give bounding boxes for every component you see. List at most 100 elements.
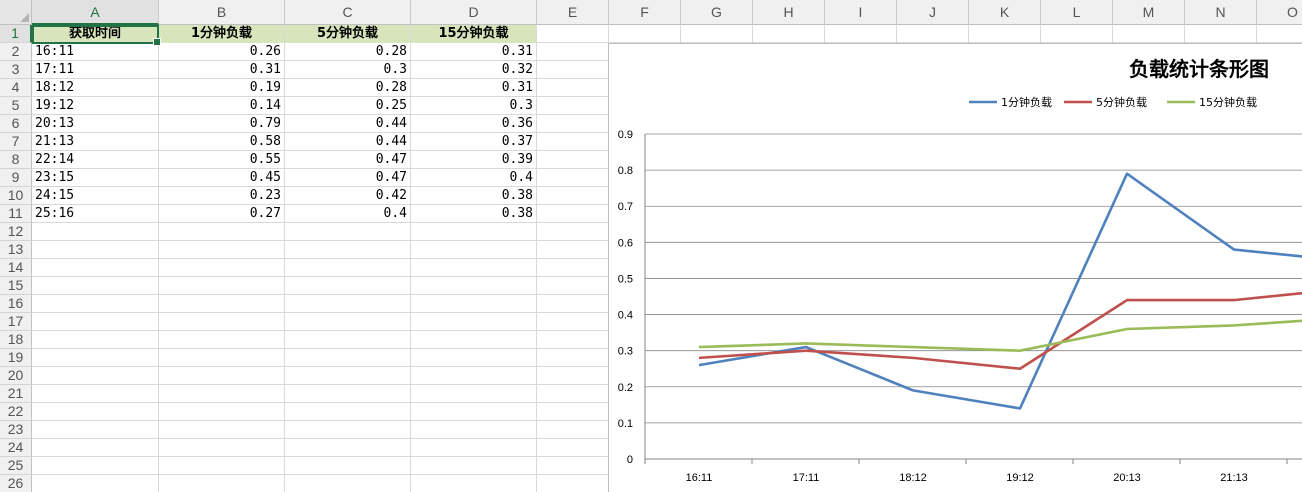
value-cell[interactable]: 0.31 — [411, 43, 536, 61]
column-header-m[interactable]: M — [1113, 0, 1185, 25]
column-header-h[interactable]: H — [753, 0, 825, 25]
column-header-d[interactable]: D — [411, 0, 537, 25]
x-tick-label: 18:12 — [899, 472, 927, 484]
row-header-13[interactable]: 13 — [0, 241, 32, 259]
row-header-20[interactable]: 20 — [0, 367, 32, 385]
row-header-15[interactable]: 15 — [0, 277, 32, 295]
y-tick-label: 0.6 — [618, 237, 633, 249]
column-header-k[interactable]: K — [969, 0, 1041, 25]
column-header-n[interactable]: N — [1185, 0, 1257, 25]
header-cell[interactable]: 15分钟负载 — [411, 25, 536, 43]
column-header-a[interactable]: A — [32, 0, 159, 25]
value-cell[interactable]: 0.44 — [285, 115, 410, 133]
x-tick-label: 19:12 — [1006, 472, 1034, 484]
row-header-12[interactable]: 12 — [0, 223, 32, 241]
row-header-24[interactable]: 24 — [0, 439, 32, 457]
value-cell[interactable]: 0.27 — [159, 205, 284, 223]
row-header-23[interactable]: 23 — [0, 421, 32, 439]
value-cell[interactable]: 0.79 — [159, 115, 284, 133]
column-header-c[interactable]: C — [285, 0, 411, 25]
row-header-7[interactable]: 7 — [0, 133, 32, 151]
column-header-l[interactable]: L — [1041, 0, 1113, 25]
row-header-19[interactable]: 19 — [0, 349, 32, 367]
value-cell[interactable]: 0.28 — [285, 43, 410, 61]
row-header-16[interactable]: 16 — [0, 295, 32, 313]
row-header-6[interactable]: 6 — [0, 115, 32, 133]
row-header-3[interactable]: 3 — [0, 61, 32, 79]
value-cell[interactable]: 0.45 — [159, 169, 284, 187]
value-cell[interactable]: 0.38 — [411, 205, 536, 223]
row-header-4[interactable]: 4 — [0, 79, 32, 97]
time-cell[interactable]: 24:15 — [32, 187, 158, 205]
value-cell[interactable]: 0.36 — [411, 115, 536, 133]
value-cell[interactable]: 0.37 — [411, 133, 536, 151]
time-cell[interactable]: 18:12 — [32, 79, 158, 97]
header-cell[interactable]: 5分钟负载 — [285, 25, 410, 43]
row-header-18[interactable]: 18 — [0, 331, 32, 349]
y-tick-label: 0.1 — [618, 418, 633, 430]
row-header-11[interactable]: 11 — [0, 205, 32, 223]
time-cell[interactable]: 23:15 — [32, 169, 158, 187]
row-header-22[interactable]: 22 — [0, 403, 32, 421]
y-tick-label: 0.7 — [618, 201, 633, 213]
column-header-e[interactable]: E — [537, 0, 609, 25]
value-cell[interactable]: 0.14 — [159, 97, 284, 115]
value-cell[interactable]: 0.19 — [159, 79, 284, 97]
value-cell[interactable]: 0.42 — [285, 187, 410, 205]
row-header-25[interactable]: 25 — [0, 457, 32, 475]
value-cell[interactable]: 0.3 — [285, 61, 410, 79]
row-header-9[interactable]: 9 — [0, 169, 32, 187]
header-cell[interactable]: 获取时间 — [32, 25, 158, 43]
x-tick-label: 17:11 — [793, 472, 820, 484]
value-cell[interactable]: 0.47 — [285, 151, 410, 169]
time-cell[interactable]: 21:13 — [32, 133, 158, 151]
series-line-2[interactable] — [698, 289, 1302, 371]
series-line-1[interactable] — [698, 172, 1302, 410]
value-cell[interactable]: 0.58 — [159, 133, 284, 151]
row-header-2[interactable]: 2 — [0, 43, 32, 61]
time-cell[interactable]: 20:13 — [32, 115, 158, 133]
value-cell[interactable]: 0.38 — [411, 187, 536, 205]
row-header-14[interactable]: 14 — [0, 259, 32, 277]
time-cell[interactable]: 22:14 — [32, 151, 158, 169]
value-cell[interactable]: 0.23 — [159, 187, 284, 205]
value-cell[interactable]: 0.3 — [411, 97, 536, 115]
row-header-26[interactable]: 26 — [0, 475, 32, 492]
column-header-o[interactable]: O — [1257, 0, 1302, 25]
row-header-21[interactable]: 21 — [0, 385, 32, 403]
row-header-10[interactable]: 10 — [0, 187, 32, 205]
value-cell[interactable]: 0.31 — [159, 61, 284, 79]
column-header-b[interactable]: B — [159, 0, 285, 25]
column-header-f[interactable]: F — [609, 0, 681, 25]
column-header-i[interactable]: I — [825, 0, 897, 25]
value-cell[interactable]: 0.4 — [411, 169, 536, 187]
select-all-corner[interactable] — [0, 0, 32, 25]
row-header-8[interactable]: 8 — [0, 151, 32, 169]
value-cell[interactable]: 0.31 — [411, 79, 536, 97]
value-cell[interactable]: 0.26 — [159, 43, 284, 61]
column-headers: ABCDEFGHIJKLMNO — [32, 0, 1302, 25]
row-header-5[interactable]: 5 — [0, 97, 32, 115]
value-cell[interactable]: 0.4 — [285, 205, 410, 223]
value-cell[interactable]: 0.39 — [411, 151, 536, 169]
value-cell[interactable]: 0.25 — [285, 97, 410, 115]
time-cell[interactable]: 16:11 — [32, 43, 158, 61]
y-tick-label: 0 — [627, 454, 633, 466]
value-cell[interactable]: 0.32 — [411, 61, 536, 79]
time-cell[interactable]: 25:16 — [32, 205, 158, 223]
row-header-1[interactable]: 1 — [0, 25, 32, 43]
row-header-17[interactable]: 17 — [0, 313, 32, 331]
time-cell[interactable]: 19:12 — [32, 97, 158, 115]
column-header-j[interactable]: J — [897, 0, 969, 25]
value-cell[interactable]: 0.47 — [285, 169, 410, 187]
y-tick-label: 0.9 — [618, 129, 633, 141]
spreadsheet[interactable]: ABCDEFGHIJKLMNO 1 2 3 4 5 6 7 8 9 10 11 12 13 14 15 16 1… — [0, 0, 1302, 492]
column-header-g[interactable]: G — [681, 0, 753, 25]
value-cell[interactable]: 0.28 — [285, 79, 410, 97]
series-line-3[interactable] — [698, 315, 1302, 352]
value-cell[interactable]: 0.55 — [159, 151, 284, 169]
value-cell[interactable]: 0.44 — [285, 133, 410, 151]
chart-area[interactable]: 负载统计条形图 1分钟负载 5分钟负载 15分钟负载 0 0.1 0.2 0.3 0.4 0.… — [608, 43, 1302, 492]
time-cell[interactable]: 17:11 — [32, 61, 158, 79]
header-cell[interactable]: 1分钟负载 — [159, 25, 284, 43]
